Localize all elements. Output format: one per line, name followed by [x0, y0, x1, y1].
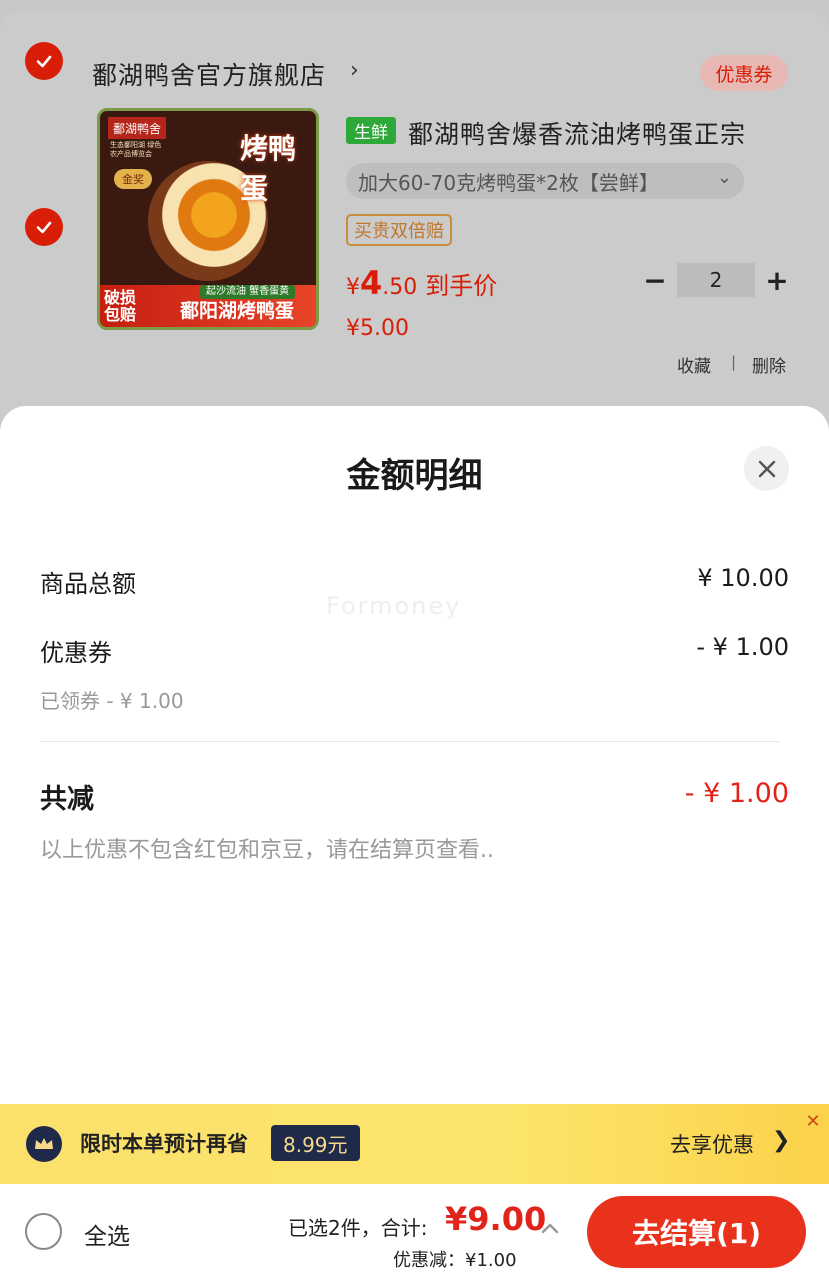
promo-banner[interactable]: 限时本单预计再省 8.99元 去享优惠 ❯ ✕ [0, 1104, 829, 1184]
promo-amount: 8.99元 [271, 1125, 360, 1161]
checkout-button[interactable]: 去结算(1) [587, 1196, 806, 1268]
total-price: ¥9.00 [445, 1200, 547, 1238]
promo-link[interactable]: 去享优惠 [670, 1129, 754, 1159]
sheet-title: 金额明细 [346, 456, 483, 496]
price-yen: ¥ [346, 275, 360, 300]
chevron-right-icon[interactable]: ❯ [772, 1128, 790, 1153]
goods-total-value: ¥ 10.00 [697, 564, 789, 592]
chevron-down-icon: ⌄ [716, 167, 732, 188]
promo-text: 限时本单预计再省 [80, 1132, 248, 1156]
store-coupon-button[interactable]: 优惠券 [700, 55, 788, 91]
image-title: 烤鸭蛋 [240, 132, 297, 205]
select-all-checkbox[interactable] [25, 1213, 62, 1250]
coupon-label: 优惠券 [40, 639, 112, 667]
chevron-up-icon[interactable] [538, 1216, 562, 1240]
favorite-link[interactable]: 收藏 [677, 352, 711, 377]
check-icon [36, 221, 52, 234]
disclaimer: 以上优惠不包含红包和京豆，请在结算页查看.. [40, 838, 494, 863]
promo-close-icon[interactable]: ✕ [800, 1108, 826, 1134]
divider [40, 741, 780, 742]
select-all-label[interactable]: 全选 [84, 1217, 130, 1251]
store-check-icon[interactable] [25, 42, 63, 80]
store-name[interactable]: 鄱湖鸭舍官方旗舰店 [92, 56, 326, 92]
product-title[interactable]: 鄱湖鸭舍爆香流油烤鸭蛋正宗 [408, 115, 746, 151]
quantity-plus-button[interactable]: + [762, 264, 792, 297]
image-award-badge: 金奖 [114, 169, 152, 189]
watermark: Formoney [326, 592, 462, 620]
image-band-title: 鄱阳湖烤鸭蛋 [180, 300, 295, 322]
product-image[interactable]: 鄱湖鸭舍 生态鄱阳湖 绿色农产品博览会 金奖 烤鸭蛋 破损包赔 起沙流油 蟹香蛋… [97, 108, 319, 330]
action-separator: | [731, 353, 737, 371]
quantity-input[interactable]: 2 [677, 263, 755, 297]
image-band-left: 破损包赔 [104, 288, 137, 324]
close-icon [758, 460, 775, 477]
total-reduction-label: 共减 [40, 784, 94, 815]
guarantee-tag: 买贵双倍赔 [346, 214, 452, 246]
quantity-minus-button[interactable]: − [640, 264, 670, 297]
final-price: ¥4.50 到手价 [346, 264, 497, 302]
check-icon [36, 55, 52, 68]
total-reduction-value: - ¥ 1.00 [684, 778, 789, 809]
crown-icon [26, 1126, 62, 1162]
price-int: 4 [360, 264, 383, 302]
spec-label: 加大60-70克烤鸭蛋*2枚【尝鲜】 [358, 170, 659, 195]
coupon-note: 已领券 - ¥ 1.00 [40, 689, 184, 713]
image-band: 破损包赔 起沙流油 蟹香蛋黄 鄱阳湖烤鸭蛋 [100, 285, 316, 327]
fresh-tag: 生鲜 [346, 117, 396, 144]
store-card: 鄱湖鸭舍官方旗舰店 › 优惠券 鄱湖鸭舍 生态鄱阳湖 绿色农产品博览会 金奖 烤… [0, 12, 829, 432]
original-price: ¥5.00 [346, 316, 409, 341]
image-small-text: 生态鄱阳湖 绿色农产品博览会 [110, 141, 162, 158]
price-suffix: 到手价 [425, 272, 498, 300]
discount-line: 优惠减：¥1.00 [393, 1250, 517, 1271]
store-chevron-right-icon[interactable]: › [350, 58, 359, 83]
coupon-value: - ¥ 1.00 [696, 633, 789, 661]
image-brand-logo: 鄱湖鸭舍 [108, 117, 166, 139]
price-dec: .50 [382, 275, 418, 300]
amount-detail-sheet: 金额明细 Formoney 商品总额 ¥ 10.00 优惠券 - ¥ 1.00 … [0, 406, 829, 1106]
bottom-bar: 全选 已选2件，合计: ¥9.00 优惠减：¥1.00 去结算(1) [0, 1184, 829, 1279]
selection-summary: 已选2件，合计: [288, 1216, 428, 1240]
delete-link[interactable]: 删除 [752, 352, 786, 377]
close-button[interactable] [744, 446, 789, 491]
goods-total-label: 商品总额 [40, 570, 136, 598]
spec-selector[interactable]: 加大60-70克烤鸭蛋*2枚【尝鲜】 ⌄ [346, 163, 744, 199]
product-check-icon[interactable] [25, 208, 63, 246]
